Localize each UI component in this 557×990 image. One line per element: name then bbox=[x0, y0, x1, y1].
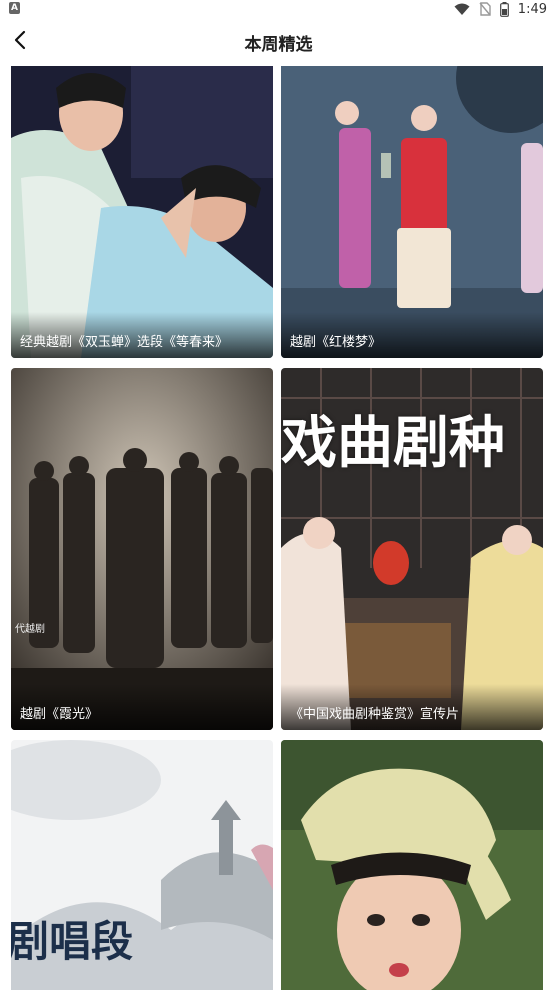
video-card[interactable] bbox=[281, 740, 543, 990]
video-title: 越剧《霞光》 bbox=[20, 707, 99, 722]
status-icons: 1:49 bbox=[454, 0, 547, 18]
video-card[interactable]: 戏曲剧种 《中国戏曲剧种鉴赏》宣传片 bbox=[281, 368, 543, 730]
video-title: 越剧《红楼梦》 bbox=[290, 335, 382, 350]
video-card[interactable]: 剧唱段 bbox=[11, 740, 273, 990]
poster-title: 剧唱段 bbox=[11, 917, 134, 966]
battery-icon bbox=[499, 1, 509, 17]
app-bar: 本周精选 bbox=[0, 18, 557, 66]
sim-off-icon bbox=[479, 2, 491, 16]
video-feed[interactable]: 经典越剧《双玉蝉》选段《等春来》 越剧《红楼梦》 代越剧 越剧《霞光》 戏曲剧种… bbox=[0, 66, 557, 990]
page-title: 本周精选 bbox=[244, 35, 313, 55]
status-bar: A 1:49 bbox=[0, 0, 557, 18]
notification-badge: A bbox=[9, 2, 20, 14]
video-thumbnail bbox=[281, 740, 543, 990]
video-card[interactable]: 经典越剧《双玉蝉》选段《等春来》 bbox=[11, 66, 273, 358]
banner-text: 戏曲剧种 bbox=[281, 411, 505, 476]
wifi-icon bbox=[454, 3, 470, 16]
video-title: 《中国戏曲剧种鉴赏》宣传片 bbox=[290, 707, 460, 722]
video-card[interactable]: 代越剧 越剧《霞光》 bbox=[11, 368, 273, 730]
logo-text: 代越剧 bbox=[15, 624, 45, 635]
status-time: 1:49 bbox=[517, 1, 547, 17]
video-title: 经典越剧《双玉蝉》选段《等春来》 bbox=[20, 335, 229, 350]
video-thumbnail bbox=[11, 368, 273, 730]
video-card[interactable]: 越剧《红楼梦》 bbox=[281, 66, 543, 358]
